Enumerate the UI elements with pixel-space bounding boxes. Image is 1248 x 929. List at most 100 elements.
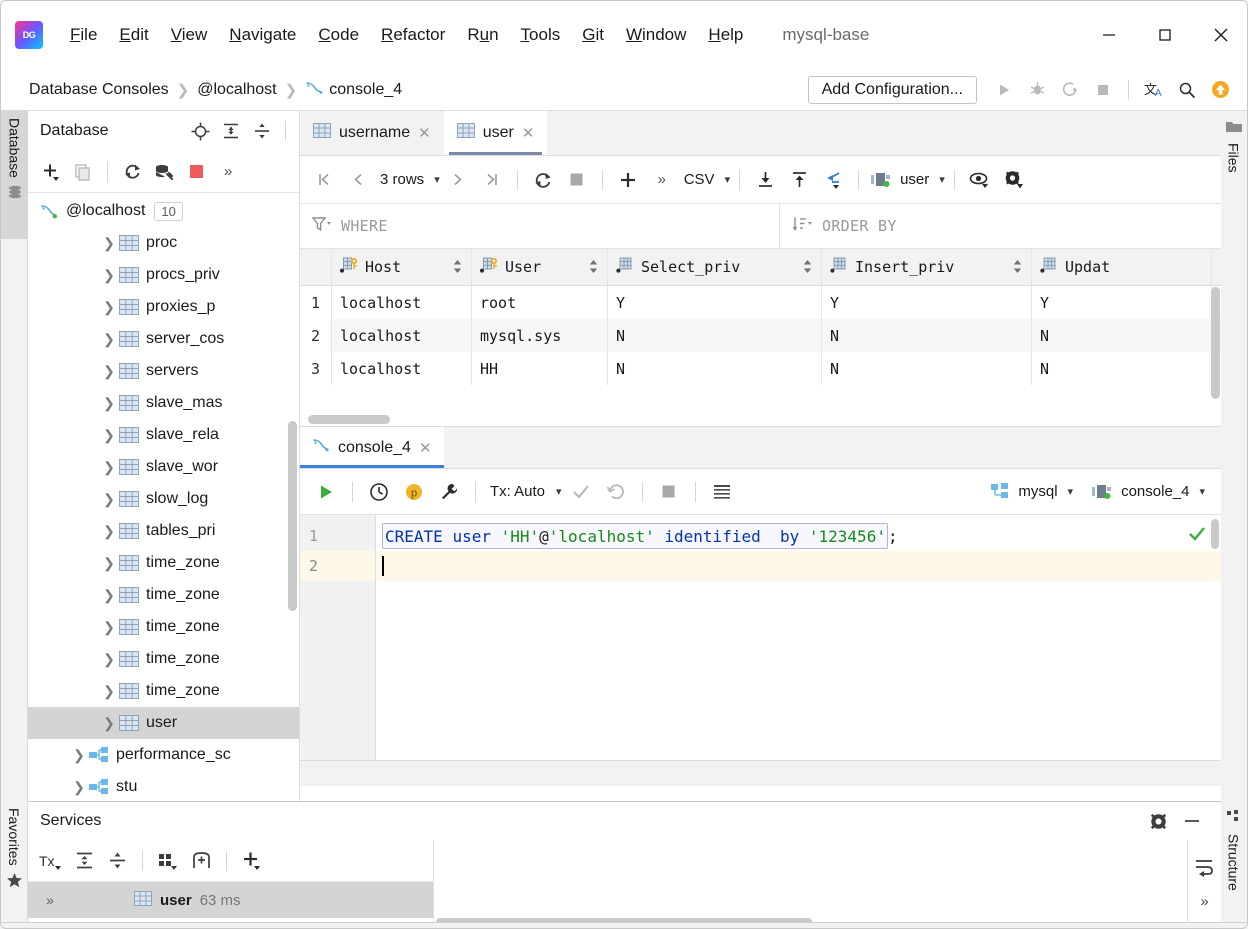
grid-cell[interactable]: N — [608, 319, 822, 352]
maximize-button[interactable] — [1137, 12, 1193, 58]
menu-window[interactable]: Window — [615, 21, 697, 49]
more-icon[interactable]: » — [213, 157, 243, 187]
search-everywhere-icon[interactable] — [1172, 75, 1202, 105]
grid-cell[interactable]: Y — [1032, 286, 1212, 319]
tree-node-table[interactable]: ❯ user — [28, 707, 299, 739]
next-page-icon[interactable] — [442, 164, 474, 196]
settings-icon[interactable] — [1143, 806, 1173, 836]
prev-page-icon[interactable] — [342, 164, 374, 196]
chevron-down-icon[interactable]: ▾ — [434, 173, 440, 186]
add-icon[interactable] — [36, 157, 66, 187]
tree-scrollbar[interactable] — [288, 421, 297, 611]
tree-node-table[interactable]: ❯ servers — [28, 355, 299, 387]
chevron-right-icon[interactable]: ❯ — [100, 331, 118, 348]
tab-user[interactable]: user ✕ — [443, 111, 548, 155]
jump-to-icon[interactable] — [817, 164, 849, 196]
tree-node-table[interactable]: ❯ time_zone — [28, 547, 299, 579]
grid-column-header[interactable]: Insert_priv — [822, 249, 1032, 285]
reload-icon[interactable] — [527, 164, 559, 196]
update-icon[interactable] — [1205, 75, 1235, 105]
close-icon[interactable]: ✕ — [419, 439, 432, 457]
grid-row[interactable]: 3 localhost HH N N N — [300, 352, 1221, 385]
add-icon[interactable] — [237, 846, 267, 876]
menu-edit[interactable]: Edit — [108, 21, 159, 49]
history-icon[interactable] — [363, 476, 395, 508]
tree-node-connection[interactable]: @localhost 10 — [28, 195, 299, 227]
chevron-right-icon[interactable]: ❯ — [100, 299, 118, 316]
hide-icon[interactable] — [1177, 806, 1207, 836]
stop-icon[interactable] — [181, 157, 211, 187]
grid-cell[interactable]: N — [822, 319, 1032, 352]
order-by-filter[interactable]: ORDER BY — [780, 204, 1221, 248]
sql-editor[interactable]: 1 2 CREATE user 'HH' @'localhost' identif… — [300, 515, 1221, 760]
chevron-right-icon[interactable]: ❯ — [100, 491, 118, 508]
run-icon[interactable] — [989, 75, 1019, 105]
chevron-right-icon[interactable]: ❯ — [100, 683, 118, 700]
console-session-label[interactable]: console_4 — [1117, 483, 1193, 500]
tree-node-table[interactable]: ❯ time_zone — [28, 675, 299, 707]
menu-git[interactable]: Git — [571, 21, 615, 49]
chevron-right-icon[interactable]: ❯ — [100, 619, 118, 636]
chevron-right-icon[interactable]: ❯ — [70, 779, 88, 796]
parameters-icon[interactable]: p — [398, 476, 430, 508]
tree-node-table[interactable]: ❯ proxies_p — [28, 291, 299, 323]
tree-node-table[interactable]: ❯ time_zone — [28, 579, 299, 611]
breadcrumb-database-consoles[interactable]: Database Consoles — [29, 81, 169, 99]
chevron-right-icon[interactable]: ❯ — [100, 427, 118, 444]
tree-node-table[interactable]: ❯ slow_log — [28, 483, 299, 515]
view-options-icon[interactable] — [964, 164, 996, 196]
chevron-right-icon[interactable]: ❯ — [100, 555, 118, 572]
tree-node-table[interactable]: ❯ procs_priv — [28, 259, 299, 291]
chevron-right-icon[interactable]: ❯ — [70, 747, 88, 764]
menu-view[interactable]: View — [160, 21, 219, 49]
chevron-right-icon[interactable]: ❯ — [100, 587, 118, 604]
tab-console-4[interactable]: console_4 ✕ — [300, 427, 444, 468]
grid-column-header[interactable]: Host — [332, 249, 472, 285]
row-count-label[interactable]: 3 rows — [376, 171, 428, 188]
stop-icon[interactable] — [561, 164, 593, 196]
last-page-icon[interactable] — [476, 164, 508, 196]
grid-column-header[interactable]: Updat — [1032, 249, 1212, 285]
chevron-down-icon[interactable]: ▾ — [725, 173, 731, 186]
grid-row[interactable]: 2 localhost mysql.sys N N N — [300, 319, 1221, 352]
stripe-button-favorites[interactable]: Favorites — [1, 802, 28, 928]
menu-help[interactable]: Help — [697, 21, 754, 49]
rollback-icon[interactable] — [600, 476, 632, 508]
add-row-icon[interactable] — [612, 164, 644, 196]
collapse-all-icon[interactable] — [102, 846, 132, 876]
expand-more-icon[interactable]: » — [36, 892, 64, 908]
chevron-right-icon[interactable]: ❯ — [100, 523, 118, 540]
grid-cell[interactable]: N — [822, 352, 1032, 385]
stripe-button-structure[interactable]: Structure — [1219, 802, 1247, 928]
menu-tools[interactable]: Tools — [510, 21, 572, 49]
grid-vertical-scrollbar[interactable] — [1211, 287, 1220, 399]
grid-cell[interactable]: localhost — [332, 352, 472, 385]
tree-node-table[interactable]: ❯ slave_wor — [28, 451, 299, 483]
close-icon[interactable]: ✕ — [418, 124, 431, 142]
grid-cell[interactable]: localhost — [332, 286, 472, 319]
grid-row[interactable]: 1 localhost root Y Y Y — [300, 286, 1221, 319]
grid-cell[interactable]: HH — [472, 352, 608, 385]
execute-icon[interactable] — [310, 476, 342, 508]
menu-refactor[interactable]: Refactor — [370, 21, 456, 49]
stripe-label-files[interactable]: Files — [1226, 143, 1242, 173]
close-button[interactable] — [1193, 12, 1247, 58]
tree-node-schema[interactable]: ❯ stu — [28, 771, 299, 801]
tab-username[interactable]: username ✕ — [300, 111, 444, 155]
stripe-button-database[interactable]: Database — [1, 111, 28, 239]
menu-run[interactable]: Run — [456, 21, 509, 49]
output-icon[interactable] — [706, 476, 738, 508]
menu-file[interactable]: File — [59, 21, 108, 49]
grid-cell[interactable]: Y — [822, 286, 1032, 319]
chevron-down-icon[interactable]: ▾ — [939, 173, 945, 186]
download-icon[interactable] — [749, 164, 781, 196]
menu-code[interactable]: Code — [307, 21, 370, 49]
stop-icon[interactable] — [653, 476, 685, 508]
tree-node-table[interactable]: ❯ slave_mas — [28, 387, 299, 419]
console-schema-label[interactable]: mysql — [1014, 483, 1061, 500]
more-icon[interactable]: » — [1200, 893, 1208, 910]
tree-node-table[interactable]: ❯ time_zone — [28, 643, 299, 675]
grid-column-header[interactable]: Select_priv — [608, 249, 822, 285]
group-icon[interactable] — [153, 846, 183, 876]
grid-cell[interactable]: localhost — [332, 319, 472, 352]
